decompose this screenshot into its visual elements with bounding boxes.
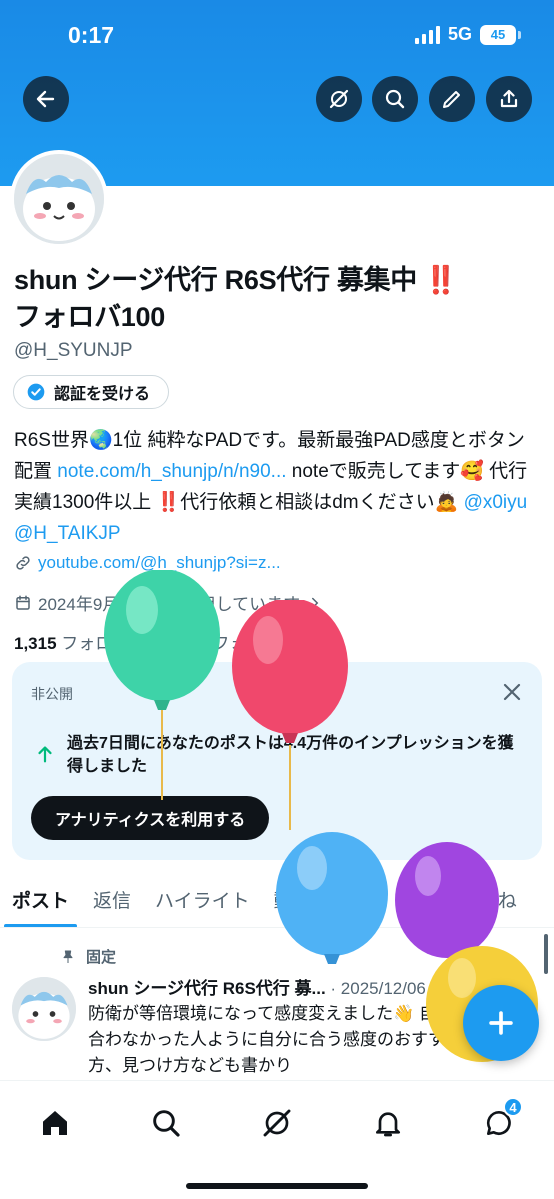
- grok-icon: [263, 1109, 291, 1137]
- chevron-right-icon: [312, 597, 319, 608]
- joined-date: 2024年9月からXを利用しています: [38, 595, 301, 614]
- nav-home[interactable]: [27, 1095, 83, 1151]
- nav-search[interactable]: [138, 1095, 194, 1151]
- link-icon: [16, 556, 30, 570]
- verified-badge-icon: [27, 383, 45, 401]
- follow-stats: 1,315 フォロー中 1,364 フォロワー: [14, 629, 297, 654]
- profile-name: shun シージ代行 R6S代行 募集中 ‼️ フォロバ100: [14, 262, 534, 336]
- get-verified-button[interactable]: 認証を受ける: [13, 375, 170, 409]
- nav-messages[interactable]: 4: [471, 1095, 527, 1151]
- website-row: youtube.com/@h_shunjp?si=z...: [14, 553, 281, 573]
- messages-badge: 4: [503, 1097, 523, 1117]
- followers-count: 1,364: [165, 634, 208, 653]
- nav-grok[interactable]: [249, 1095, 305, 1151]
- grok-button[interactable]: [316, 76, 362, 122]
- bio-double-exclamation-icon: ‼️: [156, 492, 181, 513]
- analytics-button[interactable]: アナリティクスを利用する: [31, 796, 270, 840]
- private-label: 非公開: [31, 686, 73, 702]
- tab-photos[interactable]: 画像: [324, 872, 386, 927]
- arrow-up-icon: [38, 746, 52, 763]
- profile-name-line2: フォロバ100: [14, 302, 165, 332]
- following-label: フォロー中: [61, 634, 147, 653]
- tab-highlights[interactable]: ハイライト: [143, 872, 262, 927]
- bio-mention-2[interactable]: @H_TAIKJP: [14, 523, 121, 544]
- post-header: shun シージ代行 R6S代行 募... · 2025/12/06: [88, 974, 528, 999]
- post-avatar[interactable]: [12, 977, 76, 1041]
- home-icon: [43, 1111, 67, 1135]
- network-type: 5G: [447, 24, 472, 44]
- following-count: 1,315: [14, 634, 57, 653]
- bio-note-link[interactable]: note.com/h_shunjp/n/n90...: [57, 461, 286, 482]
- following-link[interactable]: 1,315 フォロー中: [14, 634, 146, 653]
- followers-label: フォロワー: [212, 634, 298, 653]
- double-exclamation-icon: ‼️: [424, 265, 458, 295]
- close-icon[interactable]: [500, 680, 524, 704]
- pencil-icon: [443, 91, 460, 108]
- nav-notifications[interactable]: [360, 1095, 416, 1151]
- profile-handle: @H_SYUNJP: [14, 340, 133, 361]
- pinned-label: 固定: [86, 949, 117, 966]
- bio-mention-1[interactable]: @x0iyu: [464, 492, 528, 513]
- profile-name-line1: shun シージ代行 R6S代行 募集中: [14, 265, 417, 295]
- post-text[interactable]: 防衛が等倍環境になって感度変えました👋 自分の感度が合わなかった人ように自分に合…: [88, 1001, 528, 1079]
- battery-level: 45: [490, 27, 506, 42]
- search-icon: [385, 89, 405, 109]
- tab-posts[interactable]: ポスト: [0, 872, 81, 927]
- private-analytics-card: 非公開 過去7日間にあなたのポストは4.4万件のインプレッションを獲得しました …: [12, 662, 542, 860]
- search-button[interactable]: [372, 76, 418, 122]
- avatar-character-icon: [14, 154, 104, 244]
- share-button[interactable]: [486, 76, 532, 122]
- calendar-icon: [16, 595, 30, 610]
- status-time: 0:17: [68, 22, 115, 48]
- back-button[interactable]: [23, 76, 69, 122]
- status-indicators: 5G 45: [414, 24, 521, 45]
- tab-videos[interactable]: 動画: [262, 872, 324, 927]
- profile-avatar[interactable]: [10, 150, 108, 248]
- scrollbar[interactable]: [544, 934, 548, 974]
- followers-link[interactable]: 1,364 フォロワー: [165, 634, 297, 653]
- plus-icon: [489, 1011, 513, 1035]
- battery-icon: 45: [480, 24, 521, 45]
- get-verified-label: 認証を受ける: [54, 386, 151, 403]
- tab-articles[interactable]: 記事: [386, 872, 448, 927]
- tab-replies[interactable]: 返信: [81, 872, 143, 927]
- avatar-character-icon: [12, 977, 76, 1041]
- tab-likes[interactable]: いいね: [448, 872, 529, 927]
- arrow-left-icon: [36, 90, 55, 108]
- pinned-indicator: 固定: [60, 946, 116, 967]
- bell-icon: [376, 1112, 400, 1137]
- pin-icon: [63, 950, 73, 963]
- website-link[interactable]: youtube.com/@h_shunjp?si=z...: [38, 553, 281, 573]
- search-icon: [153, 1110, 180, 1137]
- edit-button[interactable]: [429, 76, 475, 122]
- share-icon: [500, 89, 518, 108]
- impressions-text: 過去7日間にあなたのポストは4.4万件のインプレッションを獲得しました: [67, 735, 514, 775]
- home-indicator: [186, 1183, 368, 1189]
- joined-row[interactable]: 2024年9月からXを利用しています: [14, 590, 324, 615]
- post-author[interactable]: shun シージ代行 R6S代行 募...: [88, 979, 326, 998]
- signal-icon: [414, 25, 440, 44]
- bottom-navigation: 4: [0, 1080, 554, 1199]
- bio-text-3: 代行依頼と相談はdmください🙇: [180, 492, 464, 513]
- grok-icon: [329, 89, 349, 109]
- profile-bio: R6S世界🌏1位 純粋なPADです。最新最強PAD感度とボタン配置 note.c…: [14, 425, 539, 549]
- profile-tabs: ポスト 返信 ハイライト 動画 画像 記事 いいね: [0, 872, 554, 928]
- post-date: · 2025/12/06: [330, 979, 426, 998]
- compose-button[interactable]: [463, 985, 539, 1061]
